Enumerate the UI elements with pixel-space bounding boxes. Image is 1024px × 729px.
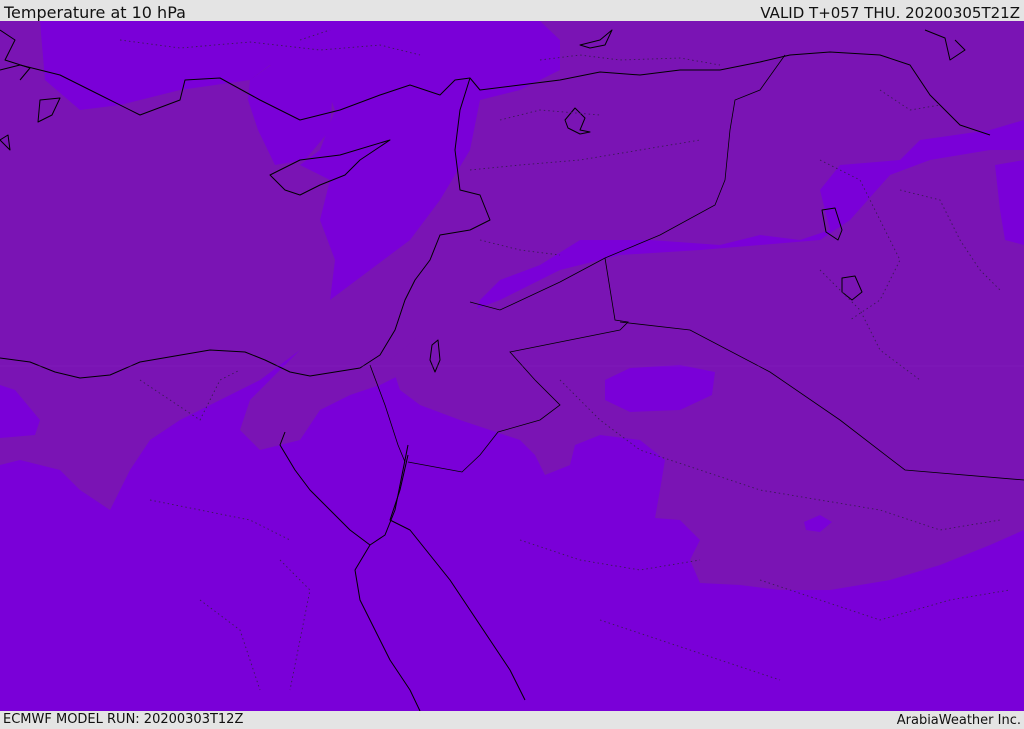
map-title: Temperature at 10 hPa (4, 3, 186, 22)
footer-bar: ECMWF MODEL RUN: 20200303T12Z ArabiaWeat… (0, 711, 1024, 729)
weather-map[interactable] (0, 21, 1024, 711)
map-frame: Temperature at 10 hPa VALID T+057 THU. 2… (0, 0, 1024, 729)
model-run-label: ECMWF MODEL RUN: 20200303T12Z (3, 712, 244, 727)
credit-label: ArabiaWeather Inc. (896, 713, 1021, 728)
header-bar: Temperature at 10 hPa VALID T+057 THU. 2… (0, 0, 1024, 22)
valid-time-label: VALID T+057 THU. 20200305T21Z (760, 4, 1020, 22)
